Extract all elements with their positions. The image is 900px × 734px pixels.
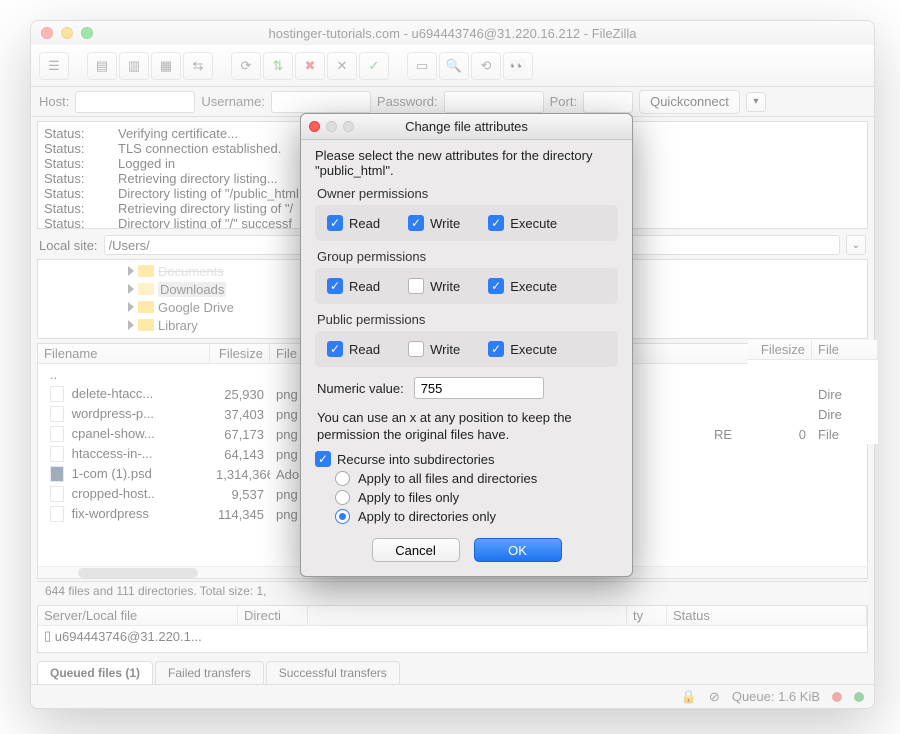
checkbox-icon: ✓ — [488, 215, 504, 231]
perm-exec[interactable]: ✓Execute — [488, 278, 557, 294]
checkbox-icon — [408, 278, 424, 294]
numeric-note: You can use an x at any position to keep… — [317, 409, 616, 443]
perm-read[interactable]: ✓Read — [327, 215, 380, 231]
owner-label: Owner permissions — [317, 186, 618, 201]
recurse-option[interactable]: Apply to directories only — [335, 509, 618, 524]
recurse-checkbox[interactable]: ✓ Recurse into subdirectories — [315, 451, 618, 467]
public-permissions: ✓Read Write ✓Execute — [315, 331, 618, 367]
radio-icon — [335, 509, 350, 524]
owner-permissions: ✓Read ✓Write ✓Execute — [315, 205, 618, 241]
checkbox-icon: ✓ — [488, 278, 504, 294]
numeric-value-input[interactable] — [414, 377, 544, 399]
perm-read[interactable]: ✓Read — [327, 341, 380, 357]
public-label: Public permissions — [317, 312, 618, 327]
maximize-icon — [343, 121, 354, 132]
numeric-label: Numeric value: — [317, 381, 404, 396]
perm-exec[interactable]: ✓Execute — [488, 215, 557, 231]
close-icon[interactable] — [309, 121, 320, 132]
checkbox-icon: ✓ — [327, 278, 343, 294]
radio-icon — [335, 471, 350, 486]
group-permissions: ✓Read Write ✓Execute — [315, 268, 618, 304]
dialog-title: Change file attributes — [405, 119, 528, 134]
dialog-intro: Please select the new attributes for the… — [315, 148, 618, 178]
recurse-option[interactable]: Apply to all files and directories — [335, 471, 618, 486]
checkbox-icon: ✓ — [488, 341, 504, 357]
perm-read[interactable]: ✓Read — [327, 278, 380, 294]
checkbox-icon: ✓ — [327, 341, 343, 357]
checkbox-icon — [408, 341, 424, 357]
group-label: Group permissions — [317, 249, 618, 264]
perm-write[interactable]: Write — [408, 278, 460, 294]
dialog-titlebar: Change file attributes — [301, 114, 632, 140]
ok-button[interactable]: OK — [474, 538, 562, 562]
checkbox-icon: ✓ — [408, 215, 424, 231]
recurse-option[interactable]: Apply to files only — [335, 490, 618, 505]
minimize-icon — [326, 121, 337, 132]
perm-write[interactable]: ✓Write — [408, 215, 460, 231]
radio-icon — [335, 490, 350, 505]
perm-write[interactable]: Write — [408, 341, 460, 357]
checkbox-icon: ✓ — [327, 215, 343, 231]
perm-exec[interactable]: ✓Execute — [488, 341, 557, 357]
cancel-button[interactable]: Cancel — [372, 538, 460, 562]
checkbox-icon: ✓ — [315, 451, 331, 467]
file-attributes-dialog: Change file attributes Please select the… — [300, 113, 633, 577]
